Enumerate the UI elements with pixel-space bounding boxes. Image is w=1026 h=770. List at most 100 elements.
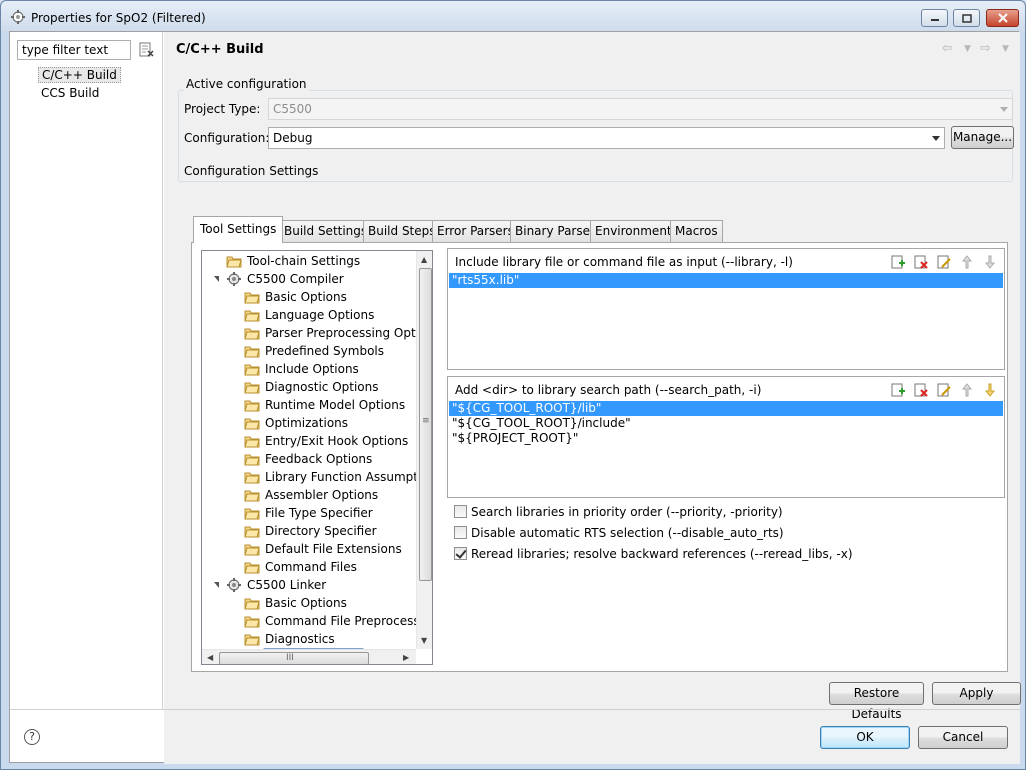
help-icon[interactable]: ? [24,729,40,745]
tree-item-label: Basic Options [265,290,347,304]
options-folder-icon [244,289,260,305]
scroll-grip-icon: III [286,653,294,663]
minimize-button[interactable] [921,9,948,27]
tool-settings-panel: Tool-chain Settings C5500 Compiler Basic O… [191,242,1008,672]
options-folder-icon [244,415,260,431]
ok-button[interactable]: OK [820,726,910,749]
list-item[interactable]: "rts55x.lib" [449,273,1003,288]
back-icon[interactable]: ⇦ [942,42,958,56]
expand-arrow-icon[interactable] [214,276,219,282]
tab-binary-parser[interactable]: Binary Parser [510,220,600,242]
expand-arrow-icon[interactable] [214,582,219,588]
search-path-title: Add <dir> to library search path (--sear… [455,383,762,397]
list-item[interactable]: "${CG_TOOL_ROOT}/lib" [449,401,1003,416]
tree-horizontal-scroll-thumb[interactable]: III [219,652,369,664]
tool-gear-icon [226,577,242,593]
move-up-icon[interactable] [959,382,975,398]
manage-button[interactable]: Manage... [951,126,1014,149]
tab-build-steps[interactable]: Build Steps [363,220,441,242]
tool-settings-tree: Tool-chain Settings C5500 Compiler Basic O… [201,250,433,665]
property-pages-tree: C/C++ Build CCS Build [10,32,163,710]
library-files-title: Include library file or command file as … [455,255,793,269]
restore-defaults-button[interactable]: Restore Defaults [829,682,924,721]
scroll-grip-icon: ≡ [422,416,430,426]
tree-item-label: Optimizations [265,416,349,430]
list-item[interactable]: "${PROJECT_ROOT}" [449,431,578,446]
tree-item-label: Basic Options [265,596,347,610]
delete-icon[interactable] [913,382,929,398]
options-folder-icon [244,613,260,629]
tab-macros[interactable]: Macros [670,220,723,242]
tab-environment[interactable]: Environment [590,220,677,242]
tree-item-label: Command Files [265,560,357,574]
button-bar-separator [10,709,1020,710]
scroll-left-icon[interactable]: ◀ [207,654,213,662]
move-down-icon[interactable] [982,254,998,270]
move-up-icon[interactable] [959,254,975,270]
nav-item-label: C/C++ Build [42,68,117,82]
tree-item-label: File Type Specifier [265,506,373,520]
page-title: C/C++ Build [176,42,264,57]
move-down-icon[interactable] [982,382,998,398]
property-page: C/C++ Build ⇦ ▼ ⇨ ▼ Active configuration… [164,32,1021,764]
options-folder-icon [244,325,260,341]
tab-tool-settings[interactable]: Tool Settings [193,216,284,243]
tree-item-label: Default File Extensions [265,542,402,556]
edit-icon[interactable] [936,254,952,270]
forward-icon[interactable]: ⇨ [980,42,996,56]
priority-checkbox[interactable] [454,505,467,518]
window-title: Properties for SpO2 (Filtered) [31,11,206,25]
close-button[interactable] [986,9,1019,27]
options-folder-icon [244,469,260,485]
options-folder-icon [244,505,260,521]
scroll-right-icon[interactable]: ▶ [403,654,409,662]
active-configuration-label: Active configuration [184,77,309,91]
nav-item-cpp-build[interactable]: C/C++ Build [38,67,121,83]
tree-vertical-scrollbar[interactable]: ▲ ≡ ▼ [416,251,432,649]
configuration-label: Configuration: [184,131,270,145]
tree-item-label: Feedback Options [265,452,373,466]
dialog-client: C/C++ Build CCS Build C/C++ Build ⇦ ▼ ⇨ … [9,31,1021,764]
tree-item-label: Tool-chain Settings [247,254,361,268]
list-item[interactable]: "${CG_TOOL_ROOT}/include" [449,416,631,431]
nav-item-ccs-build[interactable]: CCS Build [38,85,102,101]
options-folder-icon [244,397,260,413]
priority-checkbox-label: Search libraries in priority order (--pr… [471,505,783,519]
reread-libraries-checkbox-label: Reread libraries; resolve backward refer… [471,547,853,561]
forward-menu-icon[interactable]: ▼ [1002,42,1018,56]
back-menu-icon[interactable]: ▼ [964,42,980,56]
project-type-label: Project Type: [184,102,261,116]
tool-gear-icon [226,271,242,287]
scroll-down-icon[interactable]: ▼ [421,637,427,645]
options-folder-icon [244,559,260,575]
options-folder-icon [244,523,260,539]
filter-input[interactable] [17,40,131,60]
close-icon [997,13,1008,23]
configuration-settings-label: Configuration Settings [184,164,319,178]
title-bar: Properties for SpO2 (Filtered) [1,1,1025,31]
edit-icon[interactable] [936,382,952,398]
tree-item-label: Diagnostic Options [265,380,379,394]
apply-button[interactable]: Apply [932,682,1021,705]
options-folder-icon [244,541,260,557]
cancel-button[interactable]: Cancel [918,726,1008,749]
tab-build-settings[interactable]: Build Settings [279,220,373,242]
scroll-up-icon[interactable]: ▲ [421,256,427,264]
delete-icon[interactable] [913,254,929,270]
maximize-button[interactable] [953,9,980,27]
configuration-combo[interactable]: Debug [268,127,945,149]
tree-item-label: Entry/Exit Hook Options [265,434,409,448]
clear-filter-icon[interactable] [139,42,155,58]
project-type-value: C5500 [273,102,312,116]
options-folder-icon [244,433,260,449]
disable-auto-rts-checkbox[interactable] [454,526,467,539]
reread-libraries-checkbox[interactable] [454,547,467,560]
tree-item-label: C5500 Linker [247,578,327,592]
tree-horizontal-scrollbar[interactable]: ◀ III ▶ [202,649,416,664]
tab-error-parsers[interactable]: Error Parsers [432,220,519,242]
add-icon[interactable] [890,382,906,398]
tree-vertical-scroll-thumb[interactable]: ≡ [419,268,432,581]
chevron-down-icon [1000,107,1008,112]
add-icon[interactable] [890,254,906,270]
tree-item-label: Library Function Assumption [265,470,433,484]
